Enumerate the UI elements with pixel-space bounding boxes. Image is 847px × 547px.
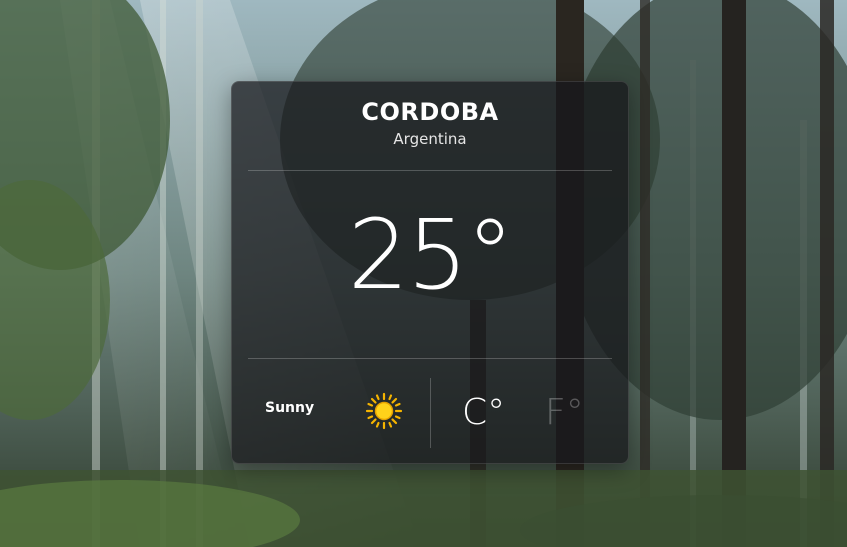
weather-card: CORDOBA Argentina 25° Sunny C° F°	[231, 81, 629, 464]
weather-condition: Sunny	[265, 400, 315, 416]
city-name: CORDOBA	[361, 98, 499, 126]
vertical-divider	[430, 378, 431, 448]
forest-background: CORDOBA Argentina 25° Sunny C° F°	[0, 0, 847, 547]
country-name: Argentina	[393, 130, 467, 148]
divider	[248, 358, 612, 359]
celsius-toggle[interactable]: C°	[462, 391, 505, 435]
temperature-value: 25°	[347, 199, 514, 311]
fahrenheit-toggle[interactable]: F°	[545, 391, 584, 435]
sun-icon	[365, 392, 403, 430]
divider	[248, 170, 612, 171]
